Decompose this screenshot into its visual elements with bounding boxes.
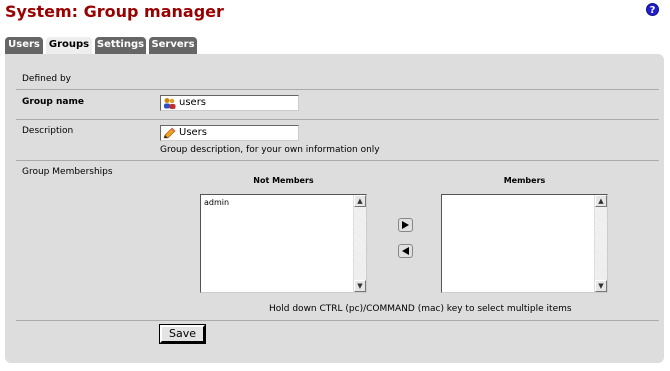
not-members-list: admin xyxy=(204,198,229,207)
members-listbox[interactable]: ▲ ▼ xyxy=(441,194,608,293)
group-name-label: Group name xyxy=(22,97,84,107)
scrollbar[interactable]: ▲ ▼ xyxy=(594,195,607,292)
scroll-up-icon[interactable]: ▲ xyxy=(354,195,366,207)
add-member-button[interactable] xyxy=(398,218,413,232)
scroll-down-icon[interactable]: ▼ xyxy=(595,280,607,292)
tab-users[interactable]: Users xyxy=(5,37,43,54)
remove-member-button[interactable] xyxy=(398,244,413,258)
not-members-heading: Not Members xyxy=(253,176,314,185)
pencil-icon xyxy=(163,127,176,139)
description-value: Users xyxy=(179,127,208,138)
help-icon[interactable]: ? xyxy=(646,3,659,16)
arrow-right-icon xyxy=(402,221,409,229)
tab-servers[interactable]: Servers xyxy=(149,37,197,54)
scroll-up-icon[interactable]: ▲ xyxy=(595,195,607,207)
description-label: Description xyxy=(22,126,74,136)
not-members-listbox[interactable]: admin ▲ ▼ xyxy=(200,194,367,293)
multi-select-hint: Hold down CTRL (pc)/COMMAND (mac) key to… xyxy=(269,304,572,314)
scroll-down-icon[interactable]: ▼ xyxy=(354,280,366,292)
tab-settings[interactable]: Settings xyxy=(95,37,146,54)
group-memberships-label: Group Memberships xyxy=(22,167,113,177)
members-heading: Members xyxy=(503,176,546,185)
list-item[interactable]: admin xyxy=(204,198,229,207)
tab-groups[interactable]: Groups xyxy=(46,37,92,55)
users-icon xyxy=(164,98,176,109)
group-form-panel: Defined by Group name users Description … xyxy=(5,54,664,363)
description-hint: Group description, for your own informat… xyxy=(160,145,380,155)
defined-by-label: Defined by xyxy=(22,74,71,84)
group-name-field[interactable]: users xyxy=(160,95,299,111)
divider xyxy=(16,320,659,321)
divider xyxy=(16,160,659,161)
page-title: System: Group manager xyxy=(5,2,224,21)
description-field[interactable]: Users xyxy=(160,125,299,141)
divider xyxy=(16,119,659,120)
arrow-left-icon xyxy=(402,247,409,255)
divider xyxy=(16,89,659,90)
scrollbar[interactable]: ▲ ▼ xyxy=(353,195,366,292)
save-button[interactable]: Save xyxy=(159,324,206,344)
group-name-value: users xyxy=(179,97,207,108)
